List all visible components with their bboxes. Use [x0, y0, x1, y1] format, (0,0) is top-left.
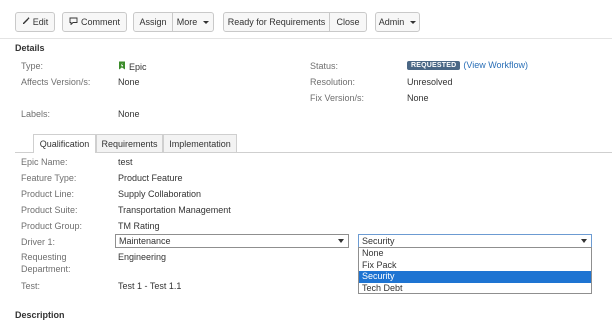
type-value: Epic	[118, 61, 147, 72]
product-suite-label: Product Suite:	[21, 205, 78, 215]
edit-button[interactable]: Edit	[15, 12, 55, 32]
close-button[interactable]: Close	[329, 12, 367, 32]
product-line-label: Product Line:	[21, 189, 75, 199]
comment-label: Comment	[80, 17, 120, 27]
epic-name-label: Epic Name:	[21, 157, 68, 167]
resolution-value: Unresolved	[407, 77, 453, 87]
feature-type-label: Feature Type:	[21, 173, 77, 183]
epic-name-value: test	[118, 157, 133, 167]
tab-qualification[interactable]: Qualification	[33, 134, 96, 153]
tab-implementation-label: Implementation	[169, 138, 231, 149]
status-label: Status:	[310, 61, 339, 71]
description-heading: Description	[15, 310, 65, 320]
labels-label: Labels:	[21, 109, 51, 119]
tab-strip-border	[15, 152, 612, 153]
edit-label: Edit	[32, 17, 49, 27]
product-suite-value: Transportation Management	[118, 205, 231, 215]
product-line-value: Supply Collaboration	[118, 189, 202, 199]
ready-for-requirements-button[interactable]: Ready for Requirements	[223, 12, 330, 32]
dropdown-arrow-icon	[581, 239, 587, 243]
fix-version-value: None	[407, 93, 429, 103]
tab-qualification-label: Qualification	[39, 139, 90, 149]
ready-label: Ready for Requirements	[227, 17, 326, 27]
feature-type-value: Product Feature	[118, 173, 183, 183]
fix-version-label: Fix Version/s:	[310, 93, 365, 103]
type-text: Epic	[129, 61, 147, 72]
resolution-label: Resolution:	[310, 77, 356, 87]
tab-requirements-label: Requirements	[101, 138, 158, 149]
driver-1-selected-value: Maintenance	[119, 236, 171, 246]
close-label: Close	[336, 17, 360, 27]
requesting-department-label-line1: Requesting	[21, 252, 67, 262]
product-group-value: TM Rating	[118, 221, 160, 231]
details-heading: Details	[15, 43, 45, 53]
more-label: More	[176, 17, 198, 27]
test-label: Test:	[21, 281, 41, 291]
comment-button[interactable]: Comment	[62, 12, 127, 32]
tab-requirements[interactable]: Requirements	[96, 134, 163, 152]
epic-icon	[118, 61, 126, 72]
driver-2-options-list: None Fix Pack Security Tech Debt	[358, 247, 592, 294]
view-workflow-link[interactable]: (View Workflow)	[463, 60, 528, 70]
type-label: Type:	[21, 61, 44, 71]
driver-1-label: Driver 1:	[21, 237, 56, 247]
labels-value: None	[118, 109, 140, 119]
tab-implementation[interactable]: Implementation	[163, 134, 237, 152]
pencil-icon	[22, 17, 30, 27]
assign-label: Assign	[139, 17, 167, 27]
affects-version-label: Affects Version/s:	[21, 77, 91, 87]
status-value: REQUESTED (View Workflow)	[407, 60, 528, 70]
affects-version-value: None	[118, 77, 140, 87]
requesting-department-label-line2: Department:	[21, 264, 71, 274]
toolbar-divider	[0, 38, 612, 39]
more-button[interactable]: More	[172, 12, 214, 32]
chevron-down-icon	[410, 20, 417, 24]
admin-button[interactable]: Admin	[375, 12, 420, 32]
driver-2-select[interactable]: Security	[358, 234, 592, 248]
option-none[interactable]: None	[359, 248, 591, 260]
driver-2-selected-value: Security	[362, 236, 395, 246]
driver-1-select[interactable]: Maintenance	[115, 234, 349, 248]
option-fix-pack[interactable]: Fix Pack	[359, 260, 591, 272]
speech-bubble-icon	[69, 17, 78, 27]
option-tech-debt[interactable]: Tech Debt	[359, 283, 591, 295]
status-badge: REQUESTED	[407, 60, 461, 70]
admin-label: Admin	[378, 17, 405, 27]
assign-button[interactable]: Assign	[133, 12, 173, 32]
chevron-down-icon	[203, 20, 210, 24]
requesting-department-value: Engineering	[118, 252, 167, 262]
dropdown-arrow-icon	[338, 239, 344, 243]
test-value: Test 1 - Test 1.1	[118, 281, 182, 291]
option-security[interactable]: Security	[359, 271, 591, 283]
product-group-label: Product Group:	[21, 221, 83, 231]
